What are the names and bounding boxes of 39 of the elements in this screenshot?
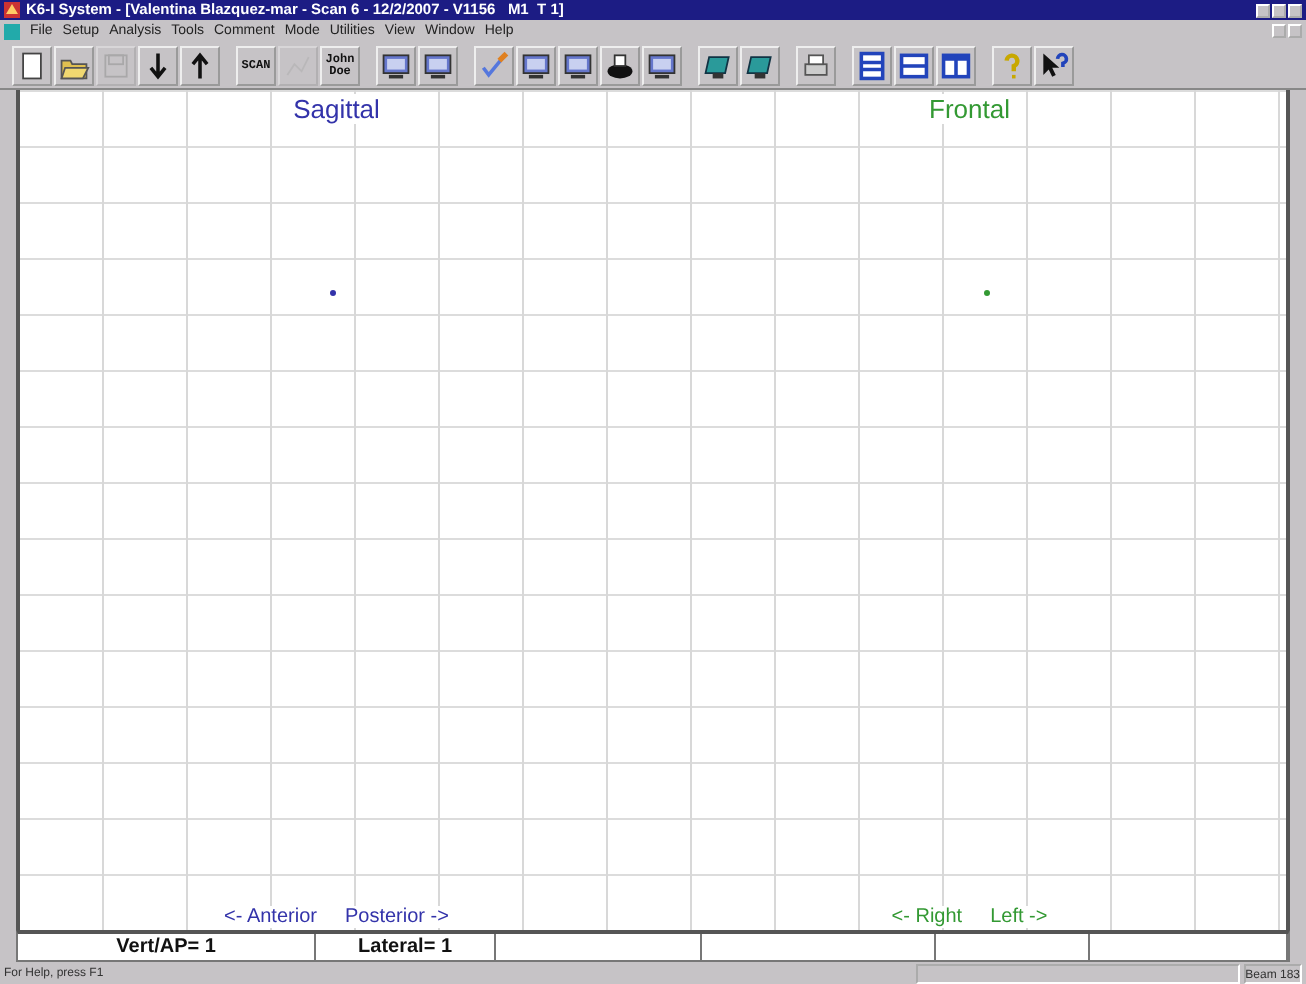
document-icon	[4, 23, 20, 39]
toolbar-button[interactable]	[852, 45, 892, 85]
toolbar-button[interactable]	[376, 45, 416, 85]
monitor-icon	[422, 49, 454, 81]
axis-label: Left ->	[988, 906, 1050, 928]
toolbar-button[interactable]	[1034, 45, 1074, 85]
split-icon	[898, 49, 930, 81]
toolbar-button[interactable]	[796, 45, 836, 85]
monitor-icon	[646, 49, 678, 81]
readout-cell: Lateral= 1	[316, 934, 496, 960]
toolbar-button[interactable]	[642, 45, 682, 85]
toolbar-button[interactable]	[516, 45, 556, 85]
monitor-icon	[520, 49, 552, 81]
toolbar-button[interactable]	[418, 45, 458, 85]
axis-label: <- Right	[889, 906, 965, 928]
toolbar-button[interactable]	[138, 45, 178, 85]
axis-label: <- Anterior	[222, 906, 319, 928]
pointer-help-icon	[1038, 49, 1070, 81]
toolbar-button[interactable]	[698, 45, 738, 85]
toolbar-button[interactable]	[894, 45, 934, 85]
monitor-icon	[562, 49, 594, 81]
toolbar-button[interactable]	[180, 45, 220, 85]
monitor-icon	[380, 49, 412, 81]
printer-icon	[800, 49, 832, 81]
toolbar-button[interactable]	[600, 45, 640, 85]
readout-cell: Vert/AP= 1	[18, 934, 317, 960]
toolbar-button[interactable]	[936, 45, 976, 85]
panel-title: Sagittal	[289, 94, 384, 124]
panel-title: Frontal	[925, 94, 1014, 124]
toolbar-button[interactable]	[54, 45, 94, 85]
rows-icon	[856, 49, 888, 81]
axis-label: Posterior ->	[342, 906, 451, 928]
page-icon	[16, 49, 48, 81]
columns-icon	[940, 49, 972, 81]
app-icon	[4, 2, 20, 18]
pen-icon	[478, 49, 510, 81]
toolbar-button[interactable]	[558, 45, 598, 85]
toolbar-button[interactable]	[12, 45, 52, 85]
toolbar-button[interactable]	[740, 45, 780, 85]
